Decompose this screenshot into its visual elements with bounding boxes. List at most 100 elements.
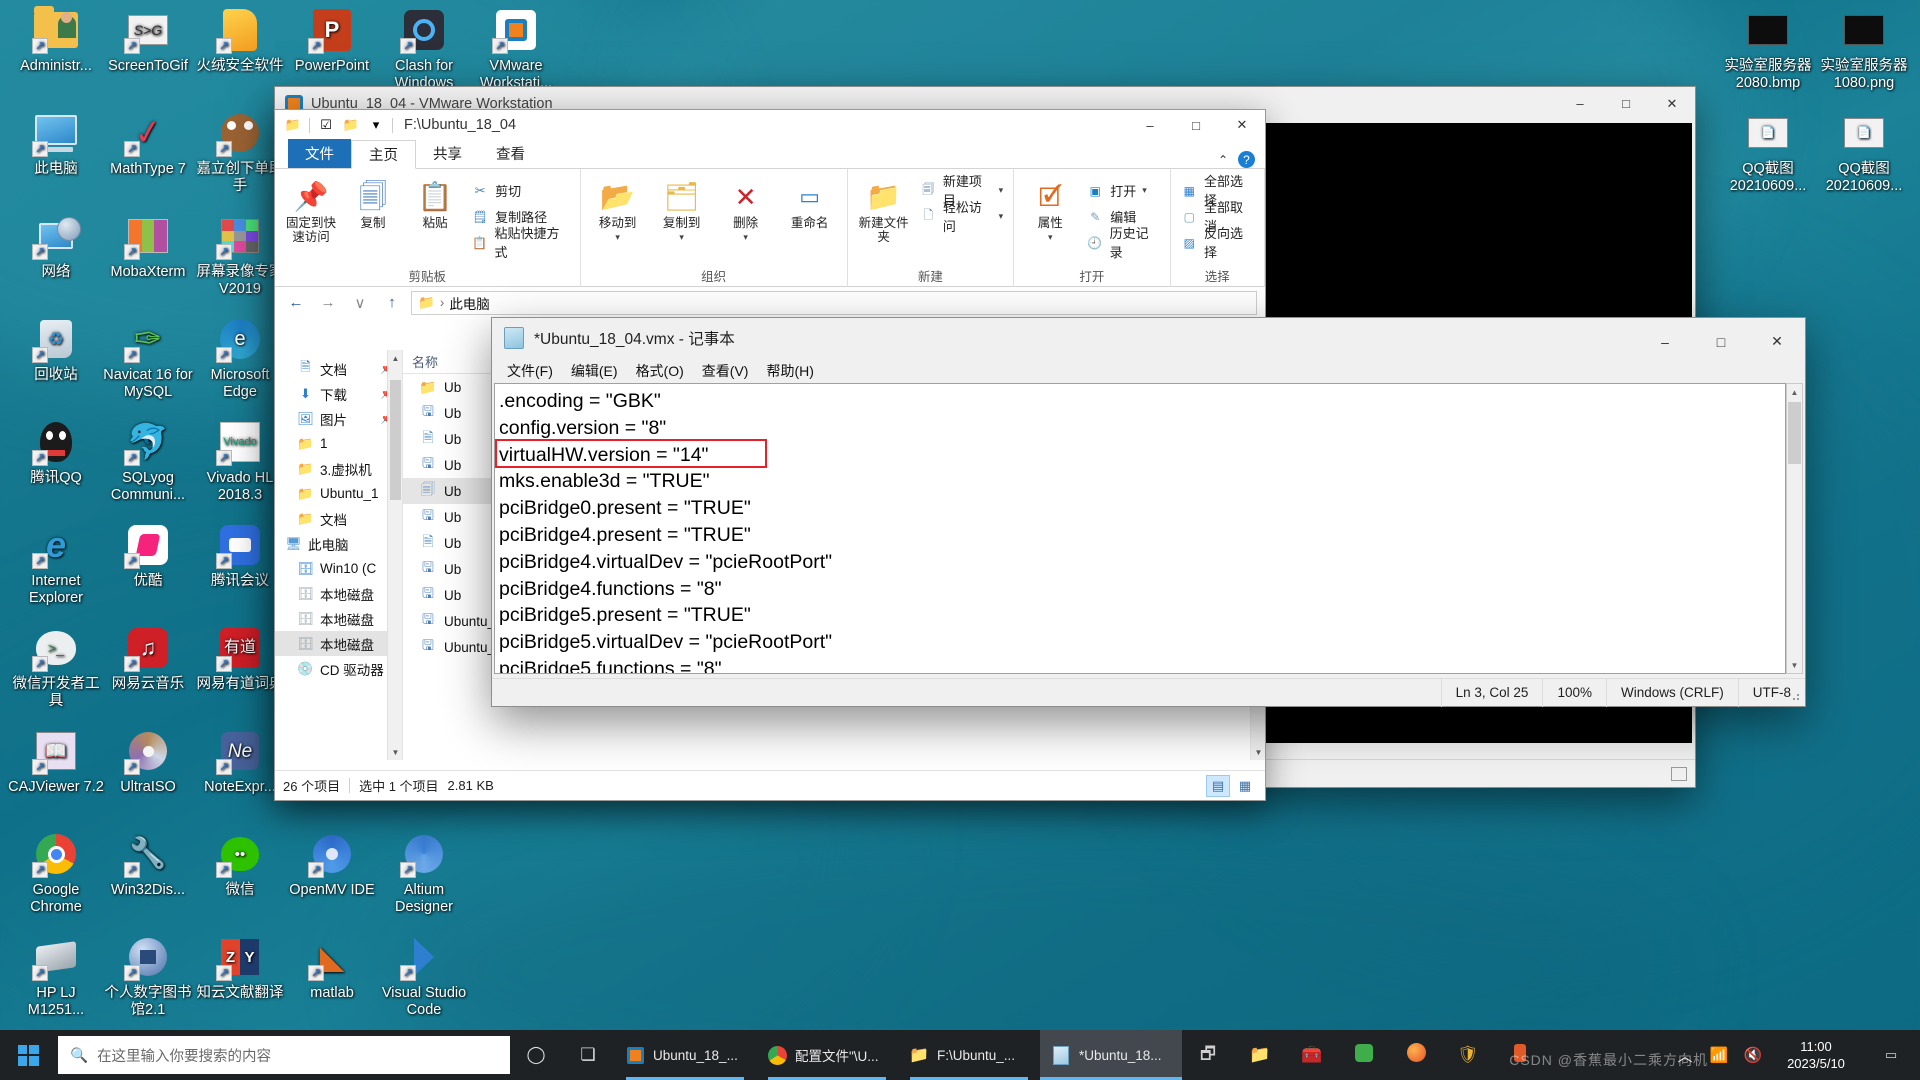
desktop-icon-youdao[interactable]: 有道网易有道词典 bbox=[192, 624, 288, 693]
desktop-icon-wechat[interactable]: •• 微信 bbox=[192, 830, 288, 899]
desktop-icon-png-image[interactable]: 实验室服务器1080.png bbox=[1816, 6, 1912, 92]
notification-center-icon[interactable]: ▭ bbox=[1862, 1030, 1920, 1080]
pinned-green-app[interactable] bbox=[1338, 1030, 1390, 1080]
explorer-tab-2[interactable]: 共享 bbox=[416, 139, 479, 168]
notepad-scroll-up-icon[interactable]: ▲ bbox=[1787, 384, 1802, 400]
notepad-menu-item-1[interactable]: 编辑(E) bbox=[562, 359, 627, 383]
desktop-icon-youku[interactable]: 优酷 bbox=[100, 521, 196, 590]
nav-item-1[interactable]: ⬇下载📌 bbox=[275, 381, 402, 406]
notepad-line-9[interactable]: pciBridge5.virtualDev = "pcieRootPort" bbox=[499, 629, 1785, 656]
notepad-menu-item-4[interactable]: 帮助(H) bbox=[757, 359, 822, 383]
notepad-line-7[interactable]: pciBridge4.functions = "8" bbox=[499, 576, 1785, 603]
desktop-icon-huorong[interactable]: 火绒安全软件 bbox=[192, 6, 288, 75]
notepad-scroll-down-icon[interactable]: ▼ bbox=[1787, 657, 1802, 673]
breadcrumb-this-pc[interactable]: 此电脑 bbox=[449, 293, 490, 313]
vmware-maximize-button[interactable]: □ bbox=[1603, 87, 1649, 120]
explorer-maximize-button[interactable]: □ bbox=[1173, 109, 1219, 142]
explorer-window-buttons[interactable]: – □ ✕ bbox=[1127, 109, 1265, 142]
desktop-icon-ie[interactable]: e Internet Explorer bbox=[8, 521, 104, 607]
desktop-icon-network[interactable]: 网络 bbox=[8, 212, 104, 281]
notepad-menu-item-0[interactable]: 文件(F) bbox=[498, 359, 562, 383]
nav-item-7[interactable]: 🖥 此电脑 bbox=[275, 531, 402, 556]
notepad-maximize-button[interactable]: □ bbox=[1693, 322, 1749, 362]
nav-item-8[interactable]: 🗄 Win10 (C bbox=[275, 556, 402, 581]
notepad-window[interactable]: *Ubuntu_18_04.vmx - 记事本 – □ ✕ 文件(F) 编辑(E)… bbox=[492, 318, 1805, 707]
notepad-line-3[interactable]: mks.enable3d = "TRUE" bbox=[499, 468, 1785, 495]
ribbon-button-invert-selection[interactable]: ▨ 反向选择 bbox=[1177, 226, 1258, 260]
ribbon-button-open[interactable]: ▣ 打开 ▾ bbox=[1082, 179, 1163, 201]
nav-item-9[interactable]: 🗄 本地磁盘 bbox=[275, 581, 402, 606]
desktop-icon-navicat[interactable]: ✑ Navicat 16 for MySQL bbox=[100, 315, 196, 401]
explorer-tab-3[interactable]: 查看 bbox=[479, 139, 542, 168]
notepad-titlebar[interactable]: *Ubuntu_18_04.vmx - 记事本 – □ ✕ bbox=[492, 318, 1805, 358]
desktop-icon-vivado[interactable]: Vivado Vivado HL 2018.3 bbox=[192, 418, 288, 504]
vmware-resize-grip[interactable] bbox=[1671, 767, 1687, 781]
nav-scroll-up-icon[interactable]: ▲ bbox=[388, 350, 402, 366]
ribbon-button-delete[interactable]: ✕ 删除 ▾ bbox=[715, 173, 777, 244]
ribbon-button-move-to[interactable]: 📂 移动到 ▾ bbox=[587, 173, 649, 244]
explorer-address-bar-row[interactable]: ← → ∨ ↑ 📁 › 此电脑 bbox=[275, 287, 1265, 318]
list-scroll-down-icon[interactable]: ▼ bbox=[1251, 744, 1266, 760]
notepad-minimize-button[interactable]: – bbox=[1637, 322, 1693, 362]
up-button[interactable]: ↑ bbox=[379, 291, 405, 315]
desktop-icon-altium[interactable]: Altium Designer bbox=[376, 830, 472, 916]
view-mode-buttons[interactable]: ▤ ▦ bbox=[1206, 774, 1257, 797]
vmware-window-buttons[interactable]: – □ ✕ bbox=[1557, 87, 1695, 120]
notepad-line-5[interactable]: pciBridge4.present = "TRUE" bbox=[499, 522, 1785, 549]
nav-item-11[interactable]: 🗄 本地磁盘 bbox=[275, 631, 402, 656]
desktop-icon-cajviewer[interactable]: 📖 CAJViewer 7.2 bbox=[8, 727, 104, 796]
details-view-icon[interactable]: ▤ bbox=[1206, 774, 1230, 797]
desktop-icon-mathtype[interactable]: ✓ MathType 7 bbox=[100, 109, 196, 178]
chevron-down-icon[interactable]: ▾ bbox=[615, 230, 620, 244]
ribbon-button-paste-shortcut[interactable]: 📋 粘贴快捷方式 bbox=[467, 226, 574, 260]
desktop-icon-mobaxterm[interactable]: MobaXterm bbox=[100, 212, 196, 281]
pinned-firefox[interactable] bbox=[1390, 1030, 1442, 1080]
desktop-icon-powerpoint[interactable]: P PowerPoint bbox=[284, 6, 380, 75]
cortana-circle-icon[interactable]: ◯ bbox=[510, 1030, 562, 1080]
notepad-resize-grip[interactable] bbox=[1789, 690, 1801, 702]
notepad-menu-item-2[interactable]: 格式(O) bbox=[627, 359, 693, 383]
pinned-explorer[interactable]: 📁 bbox=[1234, 1030, 1286, 1080]
ribbon-button-paste[interactable]: 📋 粘贴 bbox=[405, 173, 465, 231]
desktop-icon-sqlyog[interactable]: 🐬 SQLyog Communi... bbox=[100, 418, 196, 504]
notepad-menu-item-3[interactable]: 查看(V) bbox=[693, 359, 758, 383]
taskbar-task-buttons[interactable]: Ubuntu_18_... 配置文件"\U... 📁 F:\Ubuntu_... *Ub… bbox=[614, 1030, 1182, 1080]
desktop-icon-zhiyun[interactable]: ZY 知云文献翻译 bbox=[192, 933, 288, 1002]
properties-icon[interactable]: ☑ bbox=[317, 117, 335, 133]
desktop-icon-digital-library[interactable]: 个人数字图书馆2.1 bbox=[100, 933, 196, 1019]
taskbar[interactable]: 🔍 在这里输入你要搜索的内容 ◯ ❏ Ubuntu_18_... 配置文件"\U.… bbox=[0, 1030, 1920, 1080]
chevron-down-icon[interactable]: ▾ bbox=[999, 211, 1004, 222]
desktop-icon-this-pc[interactable]: 此电脑 bbox=[8, 109, 104, 178]
pinned-toolbox[interactable]: 🧰 bbox=[1286, 1030, 1338, 1080]
desktop-icon-hp-printer[interactable]: HP LJ M1251... bbox=[8, 933, 104, 1019]
desktop-icon-netease-music[interactable]: ♫ 网易云音乐 bbox=[100, 624, 196, 693]
desktop-icon-screentogif[interactable]: S>G ScreenToGif bbox=[100, 6, 196, 75]
taskbar-task-3[interactable]: *Ubuntu_18... bbox=[1040, 1030, 1182, 1080]
volume-tray-icon[interactable]: 🔇 bbox=[1736, 1030, 1770, 1080]
notepad-line-6[interactable]: pciBridge4.virtualDev = "pcieRootPort" bbox=[499, 549, 1785, 576]
desktop-icon-qq[interactable]: 腾讯QQ bbox=[8, 418, 104, 487]
taskbar-pinned-icons[interactable]: 🗗 📁 🧰 🛡 bbox=[1182, 1030, 1546, 1080]
chevron-down-icon[interactable]: ▾ bbox=[679, 230, 684, 244]
desktop-icon-vmware[interactable]: VMware Workstati... bbox=[468, 6, 564, 92]
forward-button[interactable]: → bbox=[315, 291, 341, 315]
taskbar-clock[interactable]: 11:00 2023/5/10 bbox=[1770, 1030, 1862, 1080]
new-folder-icon[interactable]: 📁 bbox=[342, 117, 360, 133]
desktop-icon-edge[interactable]: e Microsoft Edge bbox=[192, 315, 288, 401]
explorer-minimize-button[interactable]: – bbox=[1127, 109, 1173, 142]
nav-item-10[interactable]: 🗄 本地磁盘 bbox=[275, 606, 402, 631]
explorer-navigation-pane[interactable]: 🗎文档📌⬇下载📌🖼图片📌📁1📁3.虚拟机📁Ubuntu_1📁文档🖥此电脑🗄Win… bbox=[275, 350, 403, 760]
ribbon-button-rename[interactable]: ▭ 重命名 bbox=[779, 173, 841, 231]
ribbon-button-copy[interactable]: 🗐 复制 bbox=[343, 173, 403, 231]
desktop-icon-chrome[interactable]: Google Chrome bbox=[8, 830, 104, 916]
desktop-icon-wechat-devtools[interactable]: >_ 微信开发者工具 bbox=[8, 624, 104, 710]
nav-scroll-down-icon[interactable]: ▼ bbox=[388, 744, 402, 760]
desktop-icon-ultraiso[interactable]: UltraISO bbox=[100, 727, 196, 796]
desktop-icon-jlc[interactable]: 嘉立创下单助手 bbox=[192, 109, 288, 195]
desktop-icon-tencent-meeting[interactable]: 腾讯会议 bbox=[192, 521, 288, 590]
windows-start-icon[interactable] bbox=[0, 1030, 56, 1080]
notepad-line-8[interactable]: pciBridge5.present = "TRUE" bbox=[499, 602, 1785, 629]
nav-item-3[interactable]: 📁 1 bbox=[275, 431, 402, 456]
desktop-icon-screenrec[interactable]: 屏幕录像专家V2019 bbox=[192, 212, 288, 298]
desktop-icon-vscode[interactable]: Visual Studio Code bbox=[376, 933, 472, 1019]
